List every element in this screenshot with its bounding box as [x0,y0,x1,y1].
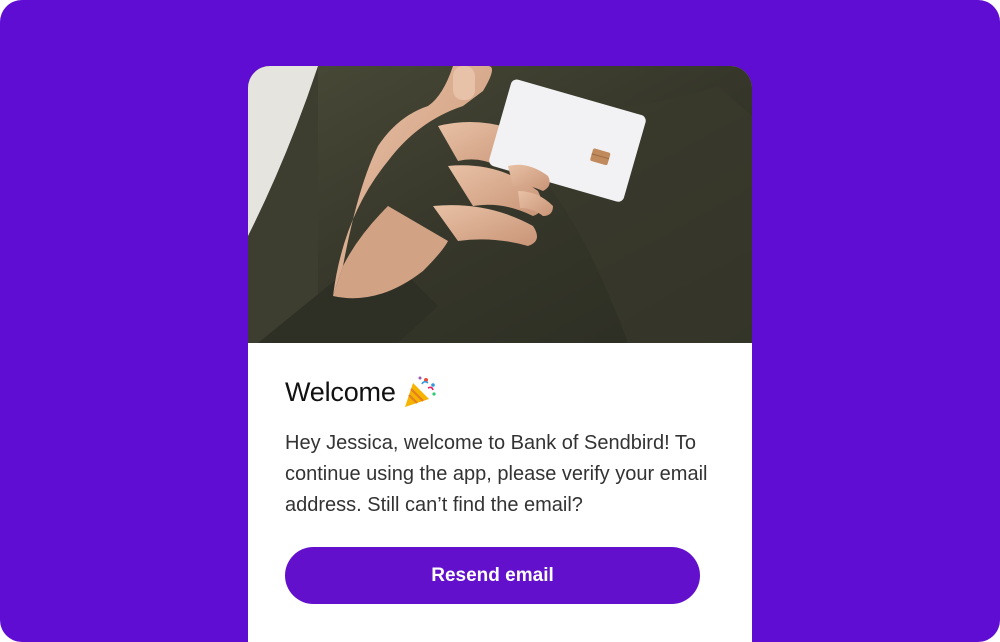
card-content: Welcome Hey Jessica, welcome to Bank of … [285,372,725,521]
welcome-title: Welcome [285,376,396,407]
hero-image [248,66,752,343]
welcome-message: Hey Jessica, welcome to Bank of Sendbird… [285,432,708,516]
app-background: Welcome Hey Jessica, welcome to Bank of … [0,0,1000,642]
party-popper-icon [402,374,438,410]
resend-email-button[interactable]: Resend email [285,547,700,604]
title-row: Welcome [285,372,725,412]
welcome-card: Welcome Hey Jessica, welcome to Bank of … [248,66,752,642]
hand-holding-card-image [248,66,752,343]
